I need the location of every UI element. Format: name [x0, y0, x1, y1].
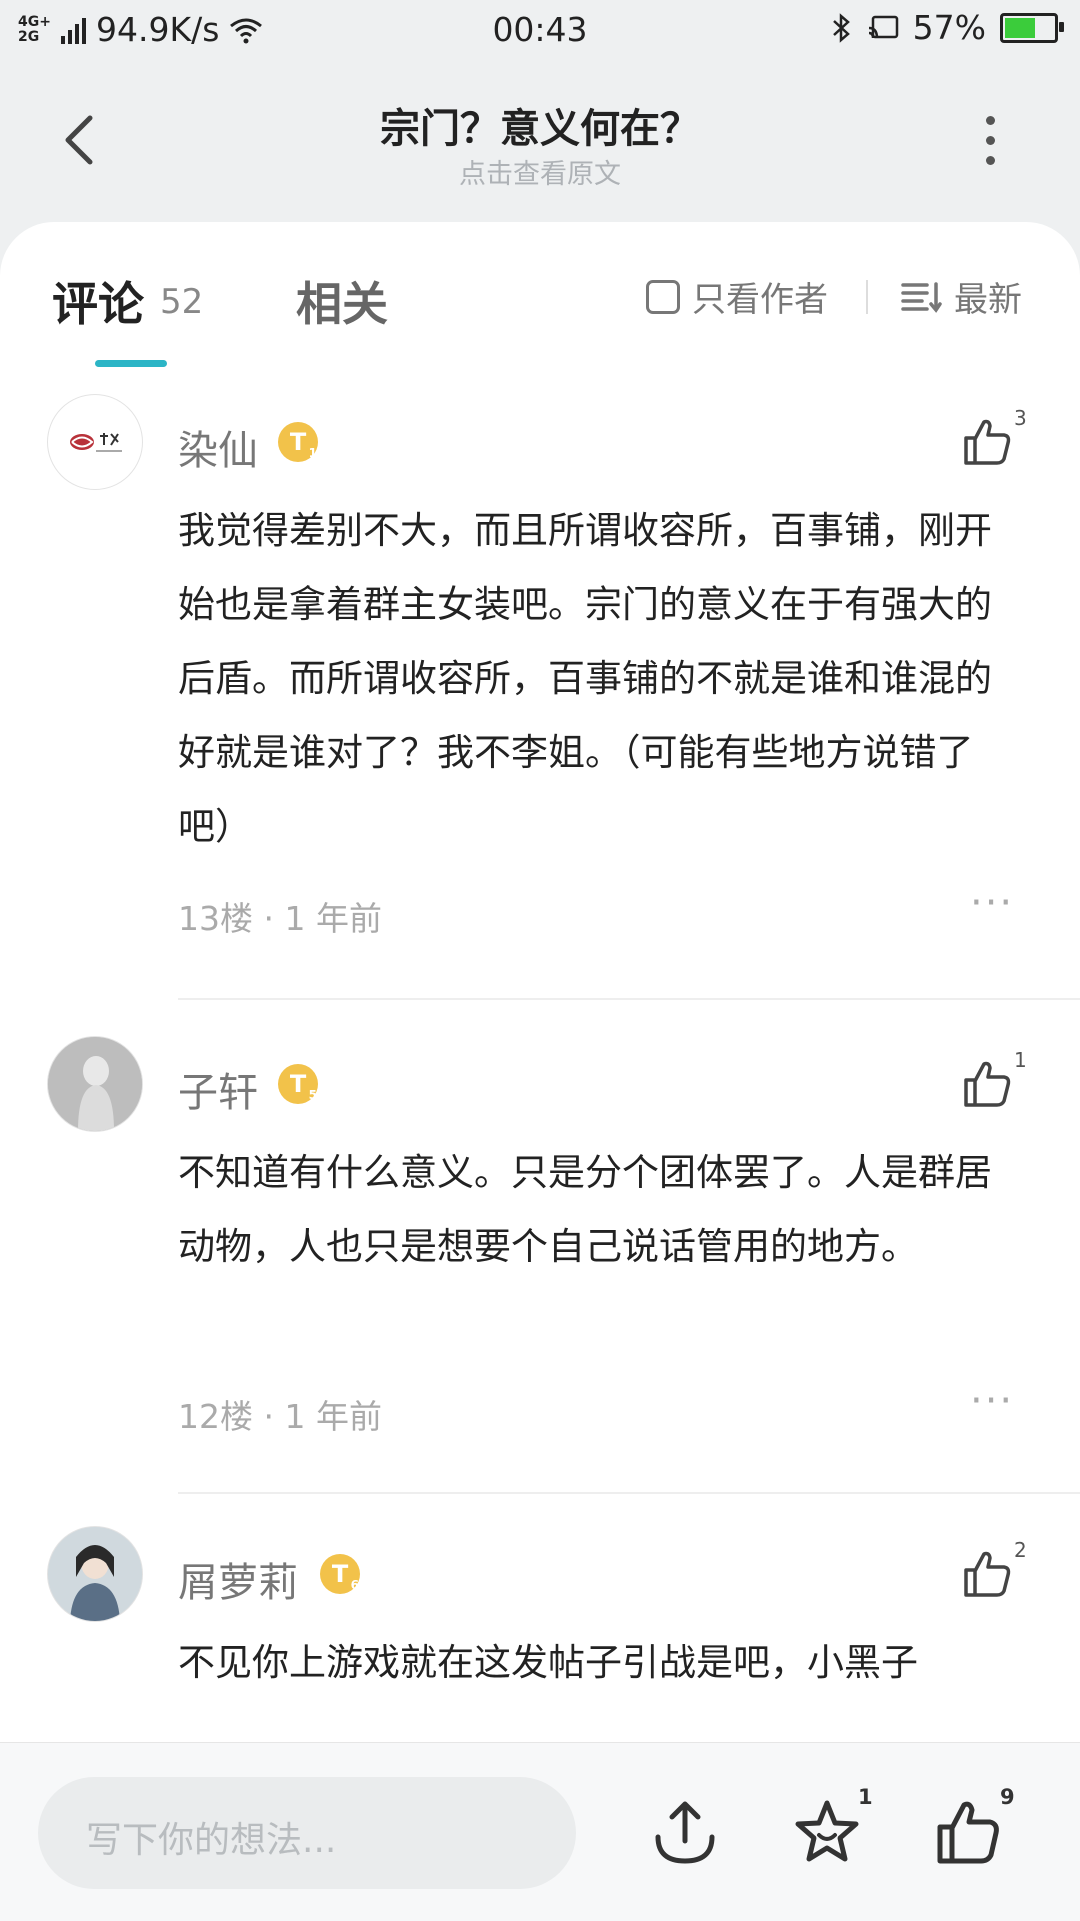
- thumbs-up-icon[interactable]: [962, 1548, 1014, 1600]
- comment-input[interactable]: 写下你的想法...: [38, 1777, 576, 1889]
- avatar[interactable]: [47, 394, 143, 490]
- page-title: 宗门？意义何在？: [380, 106, 700, 152]
- comment-more-icon[interactable]: ···: [970, 880, 1014, 926]
- thumbs-up-icon[interactable]: [962, 416, 1014, 468]
- level-number: 1: [308, 446, 317, 460]
- like-total-count: 9: [1000, 1785, 1015, 1809]
- like-count: 1: [1014, 1048, 1027, 1072]
- status-bar: 4G+ 2G 94.9K/s 00:43 57%: [0, 0, 1080, 58]
- username[interactable]: 屑萝莉: [178, 1550, 298, 1608]
- comment-meta: 12楼 · 1 年前: [178, 1397, 382, 1436]
- star-icon[interactable]: [792, 1797, 862, 1867]
- author-only-label: 只看作者: [692, 280, 828, 320]
- top-bar: 宗门？意义何在？ 点击查看原文: [0, 58, 1080, 218]
- comment-text: 我觉得差别不大，而且所谓收容所，百事铺，刚开始也是拿着群主女装吧。宗门的意义在于…: [178, 509, 992, 848]
- active-tab-indicator: [95, 360, 167, 367]
- level-number: 6: [350, 1578, 359, 1592]
- level-badge: T5: [278, 1064, 318, 1104]
- comment-item: 染仙 T1 3 我觉得差别不大，而且所谓收容所，百事铺，刚开始也是拿着群主女装吧…: [0, 394, 1080, 1002]
- avatar[interactable]: [47, 1036, 143, 1132]
- divider: [866, 280, 868, 314]
- comment-item: 子轩 T5 1 不知道有什么意义。只是分个团体罢了。人是群居动物，人也只是想要个…: [0, 1036, 1080, 1526]
- comment-text: 不知道有什么意义。只是分个团体罢了。人是群居动物，人也只是想要个自己说话管用的地…: [178, 1151, 992, 1268]
- bluetooth-icon: [832, 12, 850, 43]
- bottom-bar: 写下你的想法... 1 9: [0, 1742, 1080, 1921]
- avatar[interactable]: [47, 1526, 143, 1622]
- username[interactable]: 染仙: [178, 418, 258, 476]
- username[interactable]: 子轩: [178, 1060, 258, 1118]
- comment-divider: [178, 1492, 1080, 1494]
- star-count: 1: [858, 1785, 873, 1809]
- comment-more-icon[interactable]: ···: [970, 1378, 1014, 1424]
- sort-icon: [901, 281, 942, 313]
- level-letter: T: [289, 428, 307, 456]
- level-letter: T: [331, 1560, 349, 1588]
- battery-icon: [1000, 12, 1064, 43]
- thumbs-up-icon[interactable]: [934, 1797, 1004, 1867]
- sort-button[interactable]: 最新: [900, 272, 1022, 321]
- author-only-toggle[interactable]: 只看作者: [646, 272, 828, 321]
- battery-percent: 57%: [912, 8, 986, 47]
- like-count: 3: [1014, 406, 1027, 430]
- comment-divider: [178, 998, 1080, 1000]
- share-icon[interactable]: [650, 1797, 720, 1867]
- comment-input-placeholder: 写下你的想法...: [86, 1820, 337, 1861]
- thumbs-up-icon[interactable]: [962, 1058, 1014, 1110]
- tab-comments[interactable]: 评论: [52, 268, 144, 334]
- comment-meta: 13楼 · 1 年前: [178, 899, 382, 938]
- comments-panel: 评论 52 相关 只看作者 最新 染仙 T1 3 我觉得差别不大，而且所谓收容所…: [0, 222, 1080, 1742]
- comment-text: 不见你上游戏就在这发帖子引战是吧，小黑子: [178, 1641, 918, 1684]
- comments-count: 52: [160, 282, 204, 322]
- level-badge: T6: [320, 1554, 360, 1594]
- level-badge: T1: [278, 422, 318, 462]
- checkbox-icon[interactable]: [646, 279, 680, 314]
- tab-related[interactable]: 相关: [296, 268, 388, 334]
- level-number: 5: [308, 1088, 317, 1102]
- level-letter: T: [289, 1070, 307, 1098]
- like-count: 2: [1014, 1538, 1027, 1562]
- cast-icon: [868, 15, 898, 38]
- more-options-icon[interactable]: [975, 116, 1005, 176]
- view-original-link[interactable]: 点击查看原文: [0, 152, 1080, 191]
- sort-label: 最新: [954, 280, 1022, 320]
- comment-item: 屑萝莉 T6 2 不见你上游戏就在这发帖子引战是吧，小黑子: [0, 1526, 1080, 1742]
